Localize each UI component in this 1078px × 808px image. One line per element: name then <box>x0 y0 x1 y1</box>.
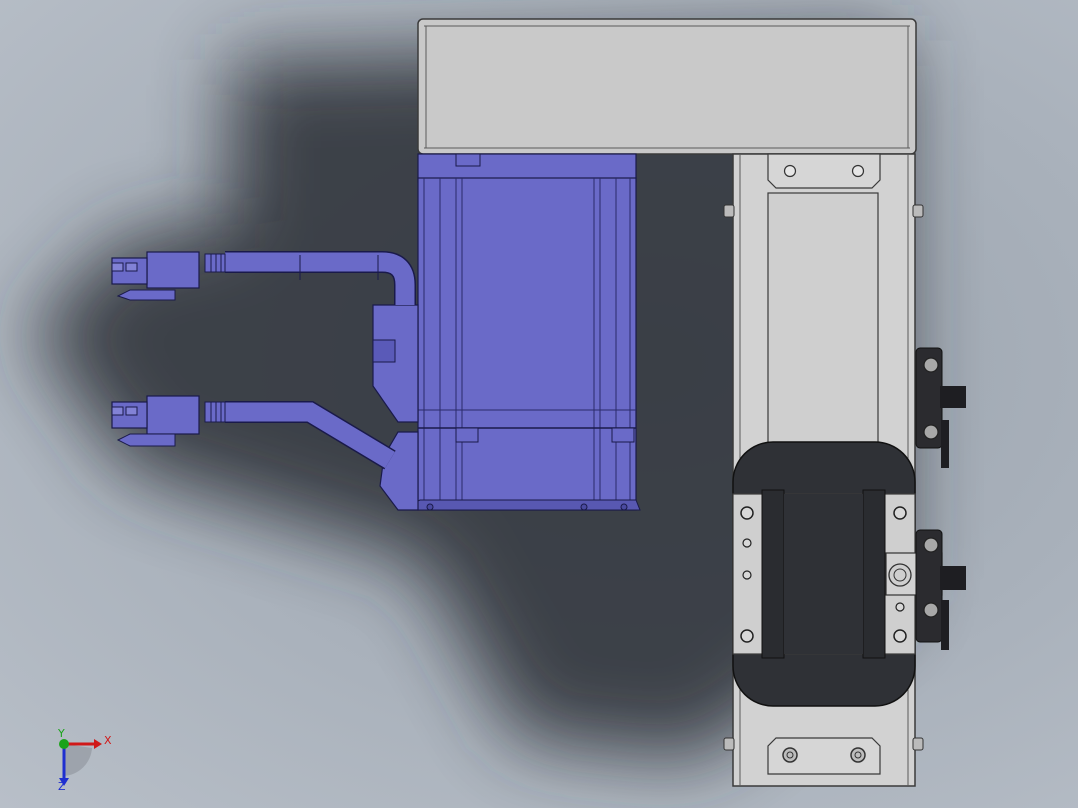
limit-sensor-upper[interactable] <box>915 347 966 468</box>
carriage-slider[interactable] <box>732 441 943 707</box>
top-cover[interactable] <box>417 18 917 155</box>
y-axis-label: Y <box>57 727 65 740</box>
screw-hole <box>850 747 866 763</box>
x-axis-label: X <box>104 734 112 747</box>
screw-hole <box>851 164 865 178</box>
mounting-hole <box>740 629 754 643</box>
mounting-hole <box>895 602 905 612</box>
x-axis-arrowhead <box>94 739 102 749</box>
rail-cover-strip <box>767 192 879 446</box>
y-axis-indicator <box>59 739 69 749</box>
reference-triad[interactable]: X Y Z <box>57 727 112 793</box>
limit-sensor-lower[interactable] <box>915 529 966 650</box>
motor-body[interactable] <box>417 177 637 511</box>
cad-graphics-area[interactable]: X Y Z <box>0 0 1078 808</box>
mounting-hole <box>740 506 754 520</box>
model-view[interactable]: X Y Z <box>0 0 1078 808</box>
screw-hole <box>783 164 797 178</box>
screw-hole <box>782 747 798 763</box>
mounting-hole <box>893 506 907 520</box>
mounting-hole <box>742 570 752 580</box>
mounting-hole <box>893 629 907 643</box>
mounting-hole <box>742 538 752 548</box>
z-axis-label: Z <box>58 780 66 793</box>
